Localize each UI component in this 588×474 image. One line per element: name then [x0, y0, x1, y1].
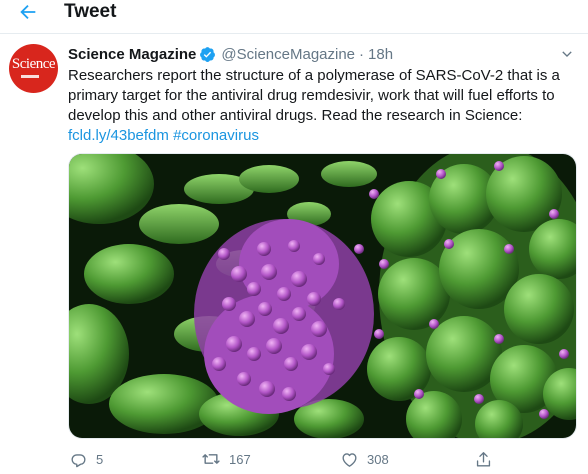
reply-count: 5: [96, 451, 104, 467]
retweet-icon: [201, 449, 221, 469]
avatar-logo-mark: [21, 75, 39, 78]
back-button[interactable]: [10, 0, 46, 28]
page-header: Tweet: [0, 0, 588, 34]
like-button[interactable]: 308: [339, 447, 389, 471]
heart-icon: [339, 449, 359, 469]
avatar-logo-text: Science: [11, 56, 56, 72]
tweet-text: Researchers report the structure of a po…: [68, 66, 573, 146]
avatar[interactable]: Science: [9, 44, 58, 93]
retweet-button[interactable]: 167: [201, 447, 251, 471]
verified-badge-icon: [199, 46, 216, 63]
tweet-image[interactable]: [68, 153, 577, 439]
share-icon: [473, 449, 493, 469]
tweet-body: Researchers report the structure of a po…: [68, 67, 560, 124]
green-cell-right: [354, 154, 576, 438]
separator-dot: ·: [359, 45, 365, 63]
hashtag-link[interactable]: #coronavirus: [173, 127, 259, 144]
tweet-actions: 5 167 308: [68, 447, 498, 471]
chevron-down-icon: [562, 51, 572, 57]
retweet-count: 167: [229, 451, 251, 467]
reply-button[interactable]: 5: [68, 447, 103, 471]
tweet-link[interactable]: fcld.ly/43befdm: [68, 127, 169, 144]
like-count: 308: [367, 451, 389, 467]
share-button[interactable]: [473, 447, 493, 471]
timestamp[interactable]: 18h: [368, 46, 393, 63]
reply-icon: [68, 449, 88, 469]
more-options-button[interactable]: [556, 44, 578, 64]
user-handle[interactable]: @ScienceMagazine: [221, 46, 355, 63]
header-divider: [0, 33, 588, 34]
back-arrow-icon: [20, 4, 36, 20]
tweet-header: Science Magazine @ScienceMagazine · 18h: [68, 44, 393, 64]
virus-micrograph-image: [69, 154, 576, 438]
display-name[interactable]: Science Magazine: [68, 46, 196, 63]
page-title: Tweet: [64, 1, 117, 22]
